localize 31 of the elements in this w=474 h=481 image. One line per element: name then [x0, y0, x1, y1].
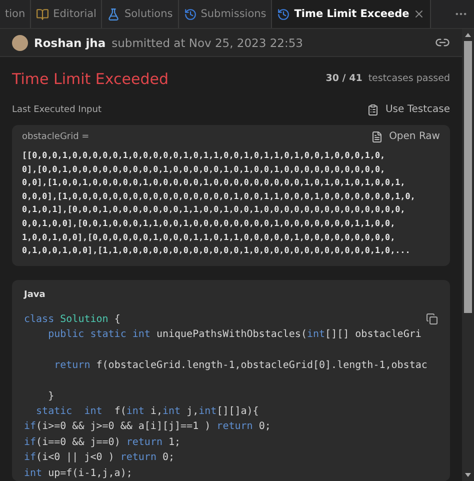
grid-line: 0,0,0],[1,0,0,0,0,0,0,0,0,0,0,0,0,0,0,0,0,1,0,0,1,1,0,0,0,1,0,0,0,0,0,0,0,1,0,	[22, 190, 416, 203]
code-line: int up=f(i-1,j,a);	[24, 466, 134, 481]
grid-line: 0,0],[1,0,0,1,0,0,0,0,0,1,0,0,0,0,0,1,0,0,0,0,0,0,0,0,0,1,0,1,0,1,0,1,0,0,1,	[22, 176, 406, 190]
grid-line: 0],[0,0,1,0,0,0,0,0,0,0,0,0,1,0,0,0,0,0,1,0,1,0,0,1,0,0,0,0,0,0,0,0,0,0,	[22, 162, 386, 176]
language-label: Java	[24, 290, 46, 300]
variable-name: obstacleGrid =	[22, 132, 90, 142]
grid-line: 0,1,0,0,1,0,0],[1,1,0,0,0,0,0,0,0,0,0,0,0,0,1,0,0,0,0,0,0,0,0,0,0,0,0,1,0,...	[22, 244, 410, 258]
tab[interactable]: Editorial	[31, 0, 102, 28]
code-line: static int f(int i,int j,int[][]a){	[35, 405, 260, 420]
passed-count: 30 / 41	[326, 73, 362, 84]
use-testcase-button[interactable]: Use Testcase	[367, 104, 450, 116]
result-status: Time Limit Exceeded	[12, 70, 168, 88]
grid-line: 0,1,0,1],[0,0,0,1,0,0,0,0,0,0,0,1,1,0,0,1,0,0,1,0,0,0,0,0,0,0,0,0,0,0,0,0,0,	[22, 203, 406, 216]
code-line: if(i>=0 && j>=0 && a[i][j]==1 ) return 0;	[24, 420, 272, 434]
grid-line: 0,0,1,0,0],[0,0,1,0,0,0,1,1,0,0,1,0,0,0,0,0,0,0,0,1,0,0,0,0,0,0,0,1,1,0,0,	[22, 216, 396, 230]
grid-line: [[0,0,0,1,0,0,0,0,0,1,0,0,0,0,0,1,0,1,1,0,0,1,0,1,1,0,1,0,0,1,0,0,0,1,0,	[22, 148, 386, 162]
code-line: if(i==0 && j==0) return 1;	[24, 436, 182, 450]
grid-line: 1,0,0,1,0,0],[0,0,0,0,0,0,1,0,0,0,1,1,0,1,1,0,0,0,0,0,1,0,0,0,0,0,0,0,0,0,	[22, 230, 396, 244]
tab[interactable]: Time Limit Exceede	[272, 0, 432, 28]
tab[interactable]: Solutions	[102, 0, 179, 28]
tab[interactable]: tion	[0, 0, 32, 28]
submitted-time: submitted at Nov 25, 2023 22:53	[112, 36, 304, 50]
code-line: return f(obstacleGrid.length-1,obstacleGrid[0].length-1,obstac	[53, 358, 428, 373]
code-line: class Solution {	[24, 312, 438, 328]
section-label: Last Executed Input	[12, 104, 102, 115]
code-line: if(i<0 || j<0 ) return 0;	[24, 451, 176, 466]
open-raw-button[interactable]: Open Raw	[371, 130, 440, 143]
user-name[interactable]: Roshan jha	[34, 36, 106, 50]
code-line: }	[47, 390, 56, 404]
passed-label: testcases passed	[368, 73, 450, 84]
code-line: public static int uniquePathsWithObstacles(int[][] obstacleGri	[47, 328, 422, 342]
